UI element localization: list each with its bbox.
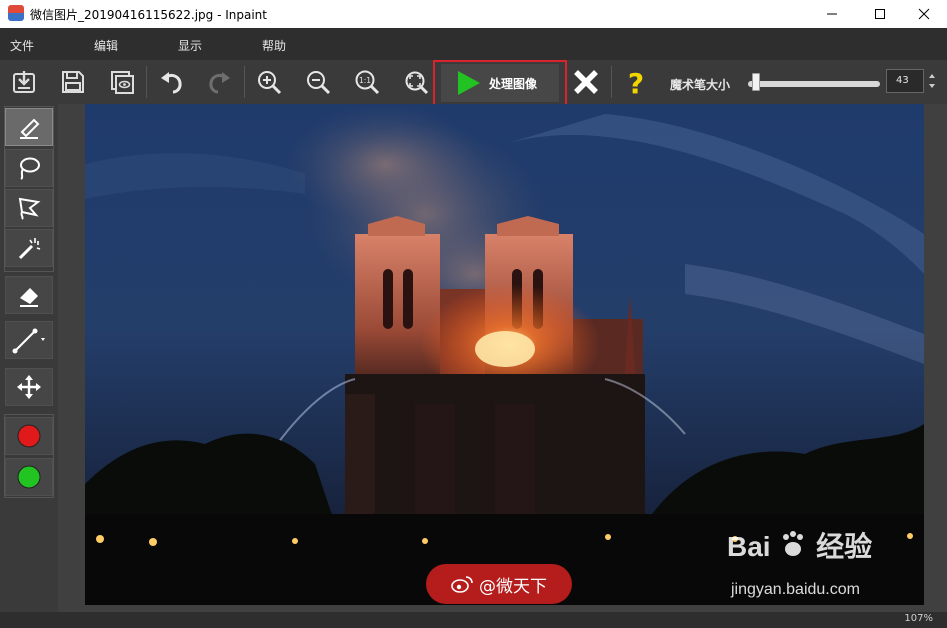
marker-tool-button[interactable] bbox=[5, 108, 53, 146]
minimize-icon bbox=[827, 13, 837, 15]
process-image-button[interactable]: 处理图像 bbox=[441, 64, 559, 102]
svg-text:?: ? bbox=[628, 67, 644, 97]
marker-icon bbox=[20, 118, 40, 139]
weibo-handle: @微天下 bbox=[479, 576, 547, 597]
preview-icon bbox=[111, 71, 134, 94]
baidu-brand: Bai 经验 bbox=[727, 525, 872, 565]
zoom-in-button[interactable] bbox=[253, 66, 285, 98]
undo-icon bbox=[161, 72, 182, 94]
zoom-level: 107% bbox=[904, 613, 933, 624]
undo-button[interactable] bbox=[155, 66, 187, 98]
title-bar: 微信图片_20190416115622.jpg - Inpaint bbox=[0, 0, 947, 28]
menu-view[interactable]: 显示 bbox=[178, 37, 202, 54]
menu-help[interactable]: 帮助 bbox=[262, 37, 286, 54]
baidu-watermark: Bai 经验 jingyan.baidu.com bbox=[727, 525, 907, 605]
green-color-button[interactable] bbox=[5, 458, 53, 496]
fit-window-button[interactable] bbox=[400, 66, 432, 98]
baidu-url: jingyan.baidu.com bbox=[731, 581, 860, 598]
actual-size-button[interactable]: 1:1 bbox=[351, 66, 383, 98]
move-icon bbox=[17, 375, 41, 399]
menu-edit[interactable]: 编辑 bbox=[94, 37, 118, 54]
polygon-lasso-icon bbox=[18, 197, 41, 220]
magic-wand-size-label: 魔术笔大小 bbox=[670, 78, 731, 92]
toolbar: 1:1 处理图像 ? 魔术笔大小 43 bbox=[0, 60, 947, 108]
redo-button[interactable] bbox=[204, 66, 236, 98]
eraser-icon bbox=[20, 288, 38, 307]
open-button[interactable] bbox=[8, 66, 40, 98]
play-icon bbox=[458, 71, 480, 95]
magic-wand-size-slider[interactable] bbox=[748, 81, 880, 87]
weibo-watermark: @微天下 bbox=[426, 564, 572, 604]
minimize-button[interactable] bbox=[809, 0, 855, 28]
close-icon bbox=[918, 8, 930, 20]
baidu-paw-icon bbox=[783, 531, 804, 556]
magic-wand-size-input[interactable]: 43 bbox=[886, 69, 924, 93]
window-title: 微信图片_20190416115622.jpg - Inpaint bbox=[30, 8, 267, 22]
zoom-out-icon bbox=[307, 71, 331, 95]
eraser-tool-button[interactable] bbox=[5, 276, 53, 314]
baidu-brand-text: Bai bbox=[727, 531, 771, 562]
lasso-icon bbox=[20, 157, 40, 180]
redo-icon bbox=[209, 72, 230, 94]
polygon-lasso-tool-button[interactable] bbox=[5, 189, 53, 227]
baidu-brand-cn: 经验 bbox=[816, 531, 873, 562]
magic-wand-tool-button[interactable] bbox=[5, 229, 53, 267]
spinner-arrows-icon bbox=[929, 74, 935, 88]
actual-size-icon: 1:1 bbox=[355, 70, 380, 95]
red-color-button[interactable] bbox=[5, 417, 53, 455]
app-icon bbox=[8, 5, 24, 21]
help-icon: ? bbox=[628, 67, 644, 97]
save-button[interactable] bbox=[57, 66, 89, 98]
weibo-logo-icon bbox=[451, 576, 473, 593]
process-image-label: 处理图像 bbox=[489, 76, 538, 91]
toolbar-separator bbox=[244, 66, 245, 98]
tool-panel bbox=[0, 104, 58, 612]
menu-file[interactable]: 文件 bbox=[10, 37, 34, 54]
red-color-icon bbox=[17, 424, 41, 448]
save-icon bbox=[62, 71, 84, 93]
open-icon bbox=[13, 71, 35, 93]
maximize-icon bbox=[875, 9, 885, 19]
zoom-in-icon bbox=[258, 71, 282, 95]
green-color-icon bbox=[17, 465, 41, 489]
cancel-icon bbox=[574, 70, 598, 94]
status-bar: 107% bbox=[0, 612, 947, 628]
toolbar-separator bbox=[146, 66, 147, 98]
preview-button[interactable] bbox=[106, 66, 138, 98]
cancel-button[interactable] bbox=[570, 66, 602, 98]
size-spinner[interactable] bbox=[924, 69, 940, 93]
menu-bar: 文件 编辑 显示 帮助 bbox=[0, 28, 947, 60]
line-icon bbox=[12, 328, 45, 354]
fit-window-icon bbox=[405, 71, 429, 95]
move-tool-button[interactable] bbox=[5, 368, 53, 406]
lasso-tool-button[interactable] bbox=[5, 149, 53, 187]
line-tool-button[interactable] bbox=[5, 321, 53, 359]
toolbar-separator bbox=[611, 66, 612, 98]
help-button[interactable]: ? bbox=[620, 66, 652, 98]
svg-text:1:1: 1:1 bbox=[359, 76, 371, 85]
zoom-out-button[interactable] bbox=[302, 66, 334, 98]
magic-wand-icon bbox=[18, 238, 41, 260]
slider-thumb[interactable] bbox=[752, 73, 760, 91]
maximize-button[interactable] bbox=[857, 0, 903, 28]
close-button[interactable] bbox=[901, 0, 947, 28]
